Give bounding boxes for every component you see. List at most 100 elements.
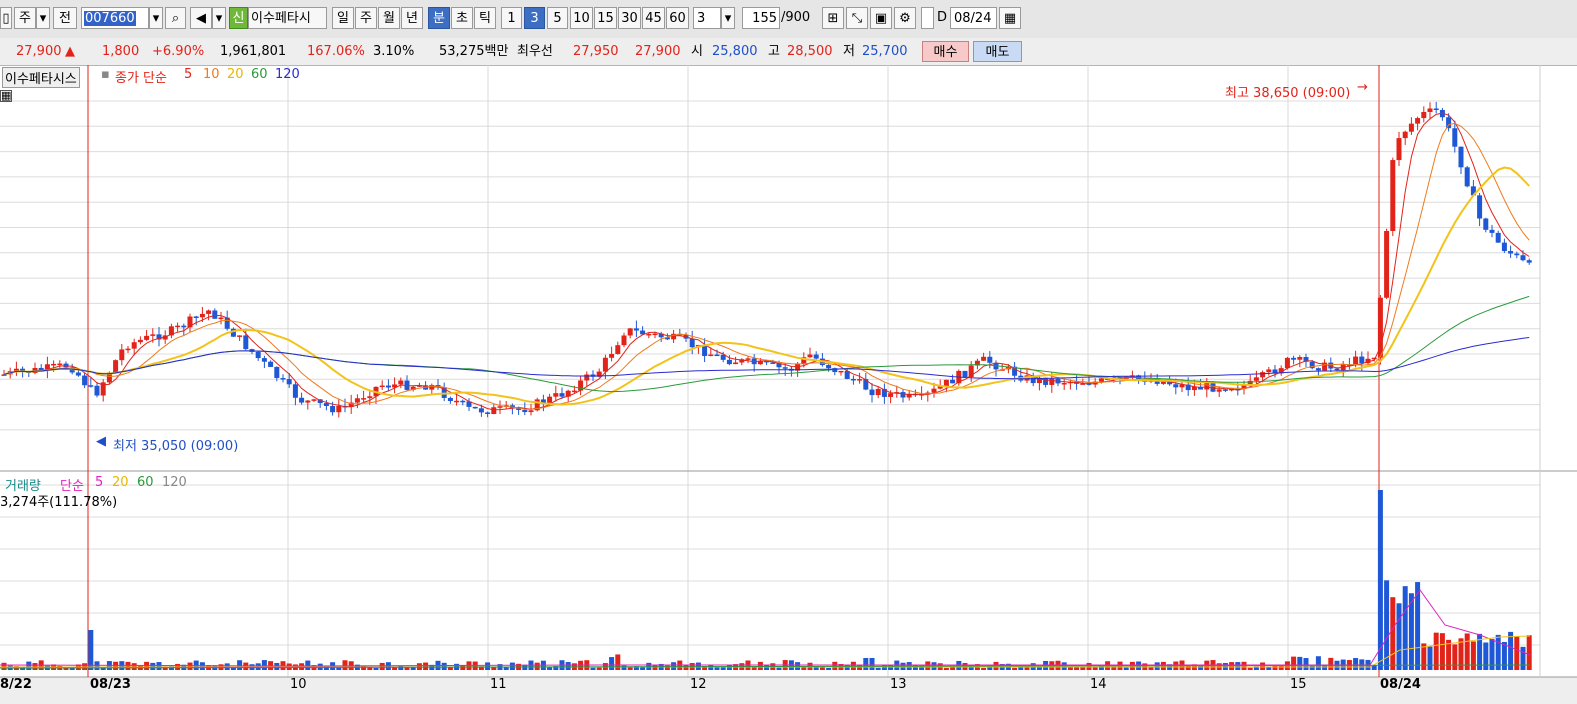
volume-bar: [565, 662, 571, 670]
candle-body: [807, 354, 813, 358]
count-input[interactable]: 155: [742, 7, 780, 29]
sell-button[interactable]: 매도: [973, 41, 1022, 62]
volume-bar: [1328, 657, 1334, 670]
candle-body: [144, 335, 150, 340]
window-icon[interactable]: ▯: [0, 7, 12, 29]
stock-chart[interactable]: [0, 65, 1577, 704]
volume-bar: [373, 667, 379, 670]
line-tool-icon[interactable]: ⤡: [846, 7, 868, 29]
candle-body: [280, 378, 286, 380]
volume-bar: [640, 667, 646, 670]
candle-body: [1371, 357, 1377, 360]
x-label-14: 14: [1090, 677, 1107, 692]
count-total: /900: [781, 10, 811, 25]
volume-bar: [1297, 656, 1303, 670]
candle-body: [1408, 123, 1414, 132]
candle-body: [559, 393, 565, 397]
tab-second[interactable]: 초: [451, 7, 473, 29]
candle-body: [1483, 218, 1489, 230]
credit-badge: 신: [229, 7, 248, 29]
interval-dropdown-icon[interactable]: ▾: [721, 7, 735, 29]
ma120-label: 120: [275, 67, 300, 82]
tab-day[interactable]: 일: [332, 7, 354, 29]
high-arrow-icon: →: [1357, 80, 1368, 95]
search-icon[interactable]: ⌕: [165, 7, 186, 29]
candle-body: [1297, 356, 1303, 360]
volume-bar: [1501, 641, 1507, 670]
volume-bar: [764, 665, 770, 670]
candle-body: [125, 348, 131, 351]
minute-3[interactable]: 3: [524, 7, 545, 29]
volume-bar: [596, 667, 602, 670]
candle-body: [584, 374, 590, 381]
high-annotation: 최고 38,650 (09:00): [1225, 86, 1351, 101]
minute-15[interactable]: 15: [594, 7, 617, 29]
candle-body: [218, 317, 224, 320]
tab-minute[interactable]: 분: [428, 7, 450, 29]
chevron-down-icon[interactable]: ▾: [36, 7, 50, 29]
tab-month[interactable]: 월: [378, 7, 400, 29]
current-price: 27,900: [16, 44, 62, 59]
candle-body: [1291, 357, 1297, 360]
tab-week[interactable]: 주: [355, 7, 377, 29]
minute-30[interactable]: 30: [618, 7, 641, 29]
candle-body: [175, 325, 181, 328]
candle-body: [311, 399, 317, 401]
volume-bar: [261, 660, 267, 670]
candle-body: [813, 354, 819, 359]
best-ask: 27,950: [573, 44, 619, 59]
calendar-icon[interactable]: ▦: [999, 7, 1021, 29]
buy-button[interactable]: 매수: [922, 41, 969, 62]
candle-body: [782, 367, 788, 369]
period-button[interactable]: 주: [14, 7, 36, 29]
speaker-icon[interactable]: ◀: [190, 7, 212, 29]
stock-code-input[interactable]: 007660: [81, 7, 149, 29]
minute-1[interactable]: 1: [501, 7, 522, 29]
candle-body: [1284, 357, 1290, 369]
candle-body: [454, 400, 460, 403]
candle-body: [1384, 230, 1390, 298]
date-input[interactable]: 08/24: [950, 7, 997, 29]
volume-bar: [509, 662, 515, 670]
prev-button[interactable]: 전: [53, 7, 77, 29]
candle-body: [131, 342, 137, 349]
table-icon[interactable]: ▦: [0, 90, 13, 102]
x-label-12: 12: [690, 677, 707, 692]
volume-bar: [423, 662, 429, 670]
candle-body: [1390, 160, 1396, 231]
minute-10[interactable]: 10: [570, 7, 593, 29]
gear-icon[interactable]: ⚙: [894, 7, 916, 29]
tab-year[interactable]: 년: [401, 7, 423, 29]
interval-input[interactable]: 3: [693, 7, 721, 29]
tab-tick[interactable]: 틱: [474, 7, 496, 29]
candle-body: [652, 333, 658, 336]
candle-body: [838, 370, 844, 373]
stock-name-field[interactable]: 이수페타시: [248, 7, 327, 29]
candle-body: [1098, 378, 1104, 382]
volume-bar: [150, 662, 156, 670]
minute-5[interactable]: 5: [547, 7, 568, 29]
candle-body: [119, 349, 125, 361]
candle-body: [75, 372, 81, 376]
x-axis-bar: [0, 677, 1577, 704]
code-dropdown-icon[interactable]: ▾: [149, 7, 163, 29]
save-icon[interactable]: ▣: [870, 7, 892, 29]
volume-bar: [1439, 633, 1445, 670]
volume-bar: [1024, 665, 1030, 670]
candle-type-icon[interactable]: ⊞: [822, 7, 844, 29]
candle-body: [206, 310, 212, 314]
volume-bar: [1012, 667, 1018, 670]
volume-bar: [1303, 658, 1309, 670]
speaker-dropdown-icon[interactable]: ▾: [212, 7, 226, 29]
volume-bar: [1396, 603, 1402, 670]
candle-body: [51, 363, 57, 366]
price-legend-name[interactable]: 이수페타시스: [2, 67, 80, 88]
candle-body: [1402, 131, 1408, 139]
d-checkbox[interactable]: [921, 7, 934, 29]
volume-value: 1,961,801: [220, 44, 287, 59]
candle-body: [113, 360, 119, 373]
ma60-label: 60: [251, 67, 268, 82]
volume-bar: [26, 661, 32, 670]
minute-45[interactable]: 45: [642, 7, 665, 29]
minute-60[interactable]: 60: [666, 7, 689, 29]
